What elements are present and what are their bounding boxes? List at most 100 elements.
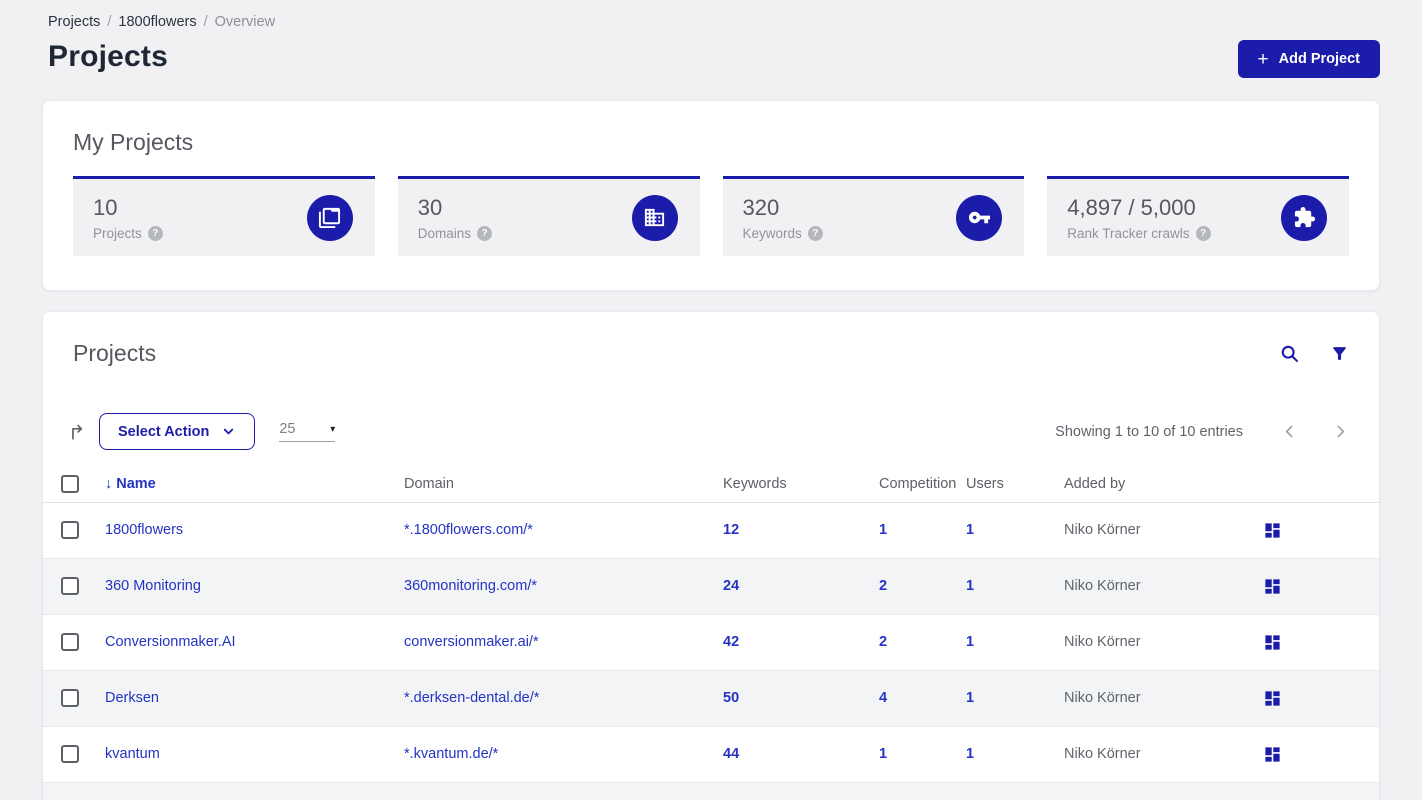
key-icon [956,194,1003,241]
breadcrumb-projects[interactable]: Projects [48,14,100,30]
sort-desc-icon: ↓ [105,475,113,492]
stat-card-domains: 30 Domains ? [397,176,700,256]
stat-card-keywords: 320 Keywords ? [722,176,1025,256]
help-icon[interactable]: ? [807,225,823,241]
projects-table: ↓ Name Domain Keywords Competition Users … [43,466,1379,800]
stat-card-rank-tracker: 4,897 / 5,000 Rank Tracker crawls ? [1047,176,1349,256]
dashboard-icon[interactable] [1263,577,1282,596]
column-header-competition[interactable]: Competition [879,466,966,503]
row-checkbox[interactable] [61,577,79,595]
dashboard-icon[interactable] [1263,521,1282,540]
project-domain-link[interactable]: *.kvantum.de/* [404,746,498,762]
row-checkbox[interactable] [61,521,79,539]
stat-label-projects: Projects [93,225,142,241]
project-name-link[interactable]: 1800flowers [105,522,183,538]
building-icon [631,194,678,241]
keywords-count[interactable]: 44 [723,746,739,762]
keywords-count[interactable]: 42 [723,634,739,650]
keywords-count[interactable]: 12 [723,522,739,538]
stat-label-rank-tracker: Rank Tracker crawls [1067,225,1190,241]
users-count[interactable]: 1 [966,690,974,706]
select-action-dropdown[interactable]: Select Action [99,413,256,450]
competition-count[interactable]: 2 [879,578,887,594]
page-size-select[interactable]: 25 ▾ [279,421,336,442]
projects-panel: Projects Select Action 25 ▾ Showing 1 to… [42,311,1380,800]
stat-label-keywords: Keywords [742,225,802,241]
stat-value-keywords: 320 [742,194,780,220]
chevron-down-icon [224,428,234,435]
stat-value-domains: 30 [417,194,443,220]
plus-icon: + [1257,48,1269,70]
project-name-link[interactable]: 360 Monitoring [105,578,201,594]
dashboard-icon[interactable] [1263,633,1282,652]
keywords-count[interactable]: 24 [723,578,739,594]
project-domain-link[interactable]: *.derksen-dental.de/* [404,690,539,706]
pagination-prev-icon[interactable] [1281,423,1298,440]
help-icon[interactable]: ? [147,225,163,241]
project-name-link[interactable]: Derksen [105,690,159,706]
competition-count[interactable]: 2 [879,634,887,650]
breadcrumb-separator: / [107,14,112,30]
table-row-partial [43,782,1379,800]
competition-count[interactable]: 1 [879,746,887,762]
breadcrumb: Projects / 1800flowers / Overview [42,0,1380,30]
table-row: kvantum *.kvantum.de/* 44 1 1 Niko Körne… [43,726,1379,782]
projects-panel-title: Projects [73,340,157,366]
column-header-actions [1241,466,1379,503]
search-icon[interactable] [1279,343,1300,364]
keywords-count[interactable]: 50 [723,690,739,706]
column-header-users[interactable]: Users [966,466,1064,503]
column-header-name[interactable]: ↓ Name [105,466,404,503]
dashboard-icon[interactable] [1263,745,1282,764]
select-caret-icon: ▾ [330,423,336,435]
filter-icon[interactable] [1330,344,1349,363]
users-count[interactable]: 1 [966,746,974,762]
added-by: Niko Körner [1064,578,1141,594]
breadcrumb-separator: / [203,14,208,30]
page-size-value: 25 [279,421,296,437]
project-name-link[interactable]: kvantum [105,746,160,762]
page-title: Projects [48,40,168,73]
puzzle-icon [1281,194,1327,241]
competition-count[interactable]: 1 [879,522,887,538]
my-projects-card: My Projects 10 Projects ? 30 Domains ? 3… [42,100,1380,291]
added-by: Niko Körner [1064,746,1141,762]
column-header-keywords[interactable]: Keywords [723,466,879,503]
added-by: Niko Körner [1064,690,1141,706]
row-checkbox[interactable] [61,745,79,763]
my-projects-title: My Projects [73,129,194,155]
page: Projects / 1800flowers / Overview Projec… [0,0,1422,800]
project-name-link[interactable]: Conversionmaker.AI [105,634,236,650]
users-count[interactable]: 1 [966,634,974,650]
breadcrumb-overview: Overview [214,14,276,30]
pagination-next-icon[interactable] [1332,423,1349,440]
table-row: Conversionmaker.AI conversionmaker.ai/* … [43,614,1379,670]
table-row: 1800flowers *.1800flowers.com/* 12 1 1 N… [43,502,1379,558]
project-domain-link[interactable]: conversionmaker.ai/* [404,634,539,650]
competition-count[interactable]: 4 [879,690,887,706]
column-header-domain[interactable]: Domain [404,466,723,503]
add-project-label: Add Project [1278,51,1360,67]
dashboard-icon[interactable] [1263,689,1282,708]
table-row: 360 Monitoring 360monitoring.com/* 24 2 … [43,558,1379,614]
stat-label-domains: Domains [417,225,472,241]
showing-entries-text: Showing 1 to 10 of 10 entries [1055,423,1243,440]
users-count[interactable]: 1 [966,522,974,538]
help-icon[interactable]: ? [1195,225,1211,241]
help-icon[interactable]: ? [477,225,493,241]
add-project-button[interactable]: + Add Project [1237,40,1380,78]
stat-value-rank-tracker: 4,897 / 5,000 [1067,194,1196,220]
select-action-label: Select Action [118,423,210,440]
row-checkbox[interactable] [61,633,79,651]
column-header-added-by[interactable]: Added by [1064,466,1241,503]
stat-card-projects: 10 Projects ? [73,176,375,256]
breadcrumb-1800flowers[interactable]: 1800flowers [118,14,196,30]
table-row: Derksen *.derksen-dental.de/* 50 4 1 Nik… [43,670,1379,726]
added-by: Niko Körner [1064,522,1141,538]
project-domain-link[interactable]: 360monitoring.com/* [404,578,537,594]
users-count[interactable]: 1 [966,578,974,594]
select-all-checkbox[interactable] [61,474,79,493]
project-domain-link[interactable]: *.1800flowers.com/* [404,522,533,538]
row-checkbox[interactable] [61,689,79,707]
export-arrow-icon[interactable] [67,421,89,443]
